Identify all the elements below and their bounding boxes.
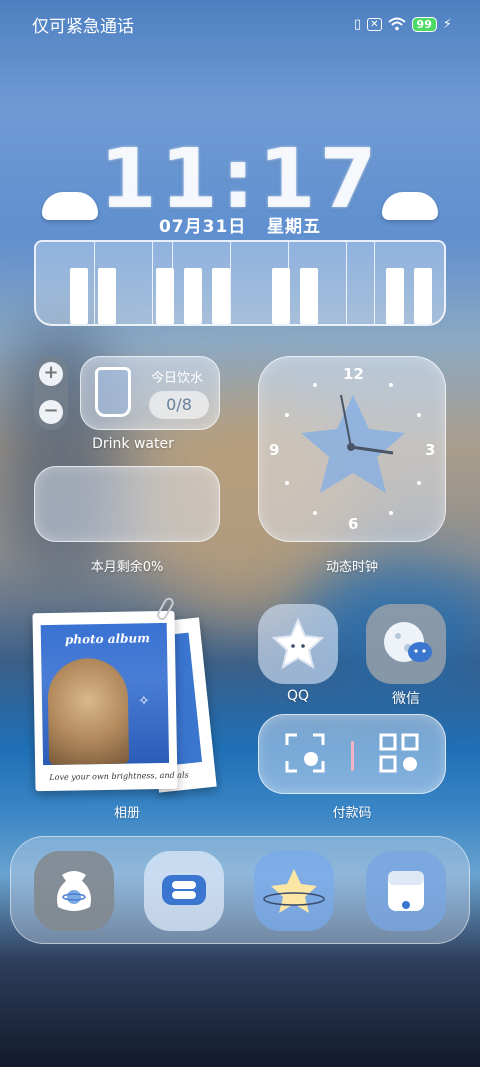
month-caption: 本月剩余0% <box>90 560 164 575</box>
water-plus-button[interactable]: + <box>39 362 63 386</box>
carrier-text: 仅可紧急通话 <box>32 16 134 37</box>
clock-num-3: 3 <box>425 441 436 459</box>
water-stepper[interactable]: + − <box>34 356 68 430</box>
clock-num-6: 6 <box>348 515 359 533</box>
charging-icon: ⚡ <box>442 16 452 32</box>
pay-label: 付款码 <box>332 806 372 821</box>
wifi-icon <box>387 17 406 31</box>
clock-num-9: 9 <box>269 441 280 459</box>
piano-widget[interactable] <box>34 240 446 326</box>
wechat-app-icon[interactable] <box>366 604 446 684</box>
dock-app-settings[interactable] <box>366 851 446 931</box>
photo-album-widget[interactable]: photo album ✧ Love your own brightness, … <box>32 596 189 792</box>
qq-app-icon[interactable] <box>258 604 338 684</box>
qq-label: QQ <box>286 688 310 704</box>
chat-bubble-icon <box>162 875 206 905</box>
month-progress-card[interactable] <box>34 466 220 542</box>
dock-app-bag[interactable] <box>34 851 114 931</box>
clock-num-12: 12 <box>343 365 364 383</box>
cat-image <box>47 657 130 765</box>
paperclip-icon <box>155 596 176 622</box>
dock-app-messages[interactable] <box>144 851 224 931</box>
water-caption: Drink water <box>92 436 174 452</box>
qrcode-icon <box>379 733 419 773</box>
pay-divider <box>351 741 354 771</box>
dock-app-star[interactable] <box>254 851 334 931</box>
scan-icon <box>285 733 325 773</box>
analog-clock-caption: 动态时钟 <box>325 560 378 575</box>
money-bag-icon <box>57 871 91 911</box>
album-photo-title: photo album <box>64 631 151 647</box>
date-text: 07月31日 <box>158 217 247 237</box>
weekday-text: 星期五 <box>267 217 322 237</box>
water-widget[interactable]: 今日饮水 0/8 <box>80 356 220 430</box>
cup-icon <box>95 367 131 417</box>
analog-clock-widget[interactable]: 12 3 6 9 <box>258 356 446 542</box>
album-photo: photo album ✧ <box>40 622 170 766</box>
toggle-icon <box>388 871 424 911</box>
wechat-label: 微信 <box>392 691 420 707</box>
status-bar: 仅可紧急通话 ▯ ✕ 99 ⚡ <box>32 12 452 37</box>
water-minus-button[interactable]: − <box>39 400 63 424</box>
water-title: 今日饮水 <box>151 371 204 386</box>
moon-icon <box>384 622 432 662</box>
wing-doodle-icon: ✧ <box>137 693 150 710</box>
star-planet-icon <box>263 869 325 913</box>
status-icons: ▯ ✕ 99 ⚡ <box>354 16 452 32</box>
album-caption: 相册 <box>113 806 140 821</box>
water-count: 0/8 <box>149 391 209 419</box>
pay-code-widget[interactable] <box>258 714 446 794</box>
star-icon <box>271 617 325 670</box>
clock-date: 07月31日 星期五 <box>0 212 480 237</box>
vibrate-icon: ▯ <box>354 16 362 32</box>
battery-icon: 99 <box>411 16 437 32</box>
album-photo-text: Love your own brightness, and als <box>49 770 189 782</box>
nosim-icon: ✕ <box>367 17 382 31</box>
